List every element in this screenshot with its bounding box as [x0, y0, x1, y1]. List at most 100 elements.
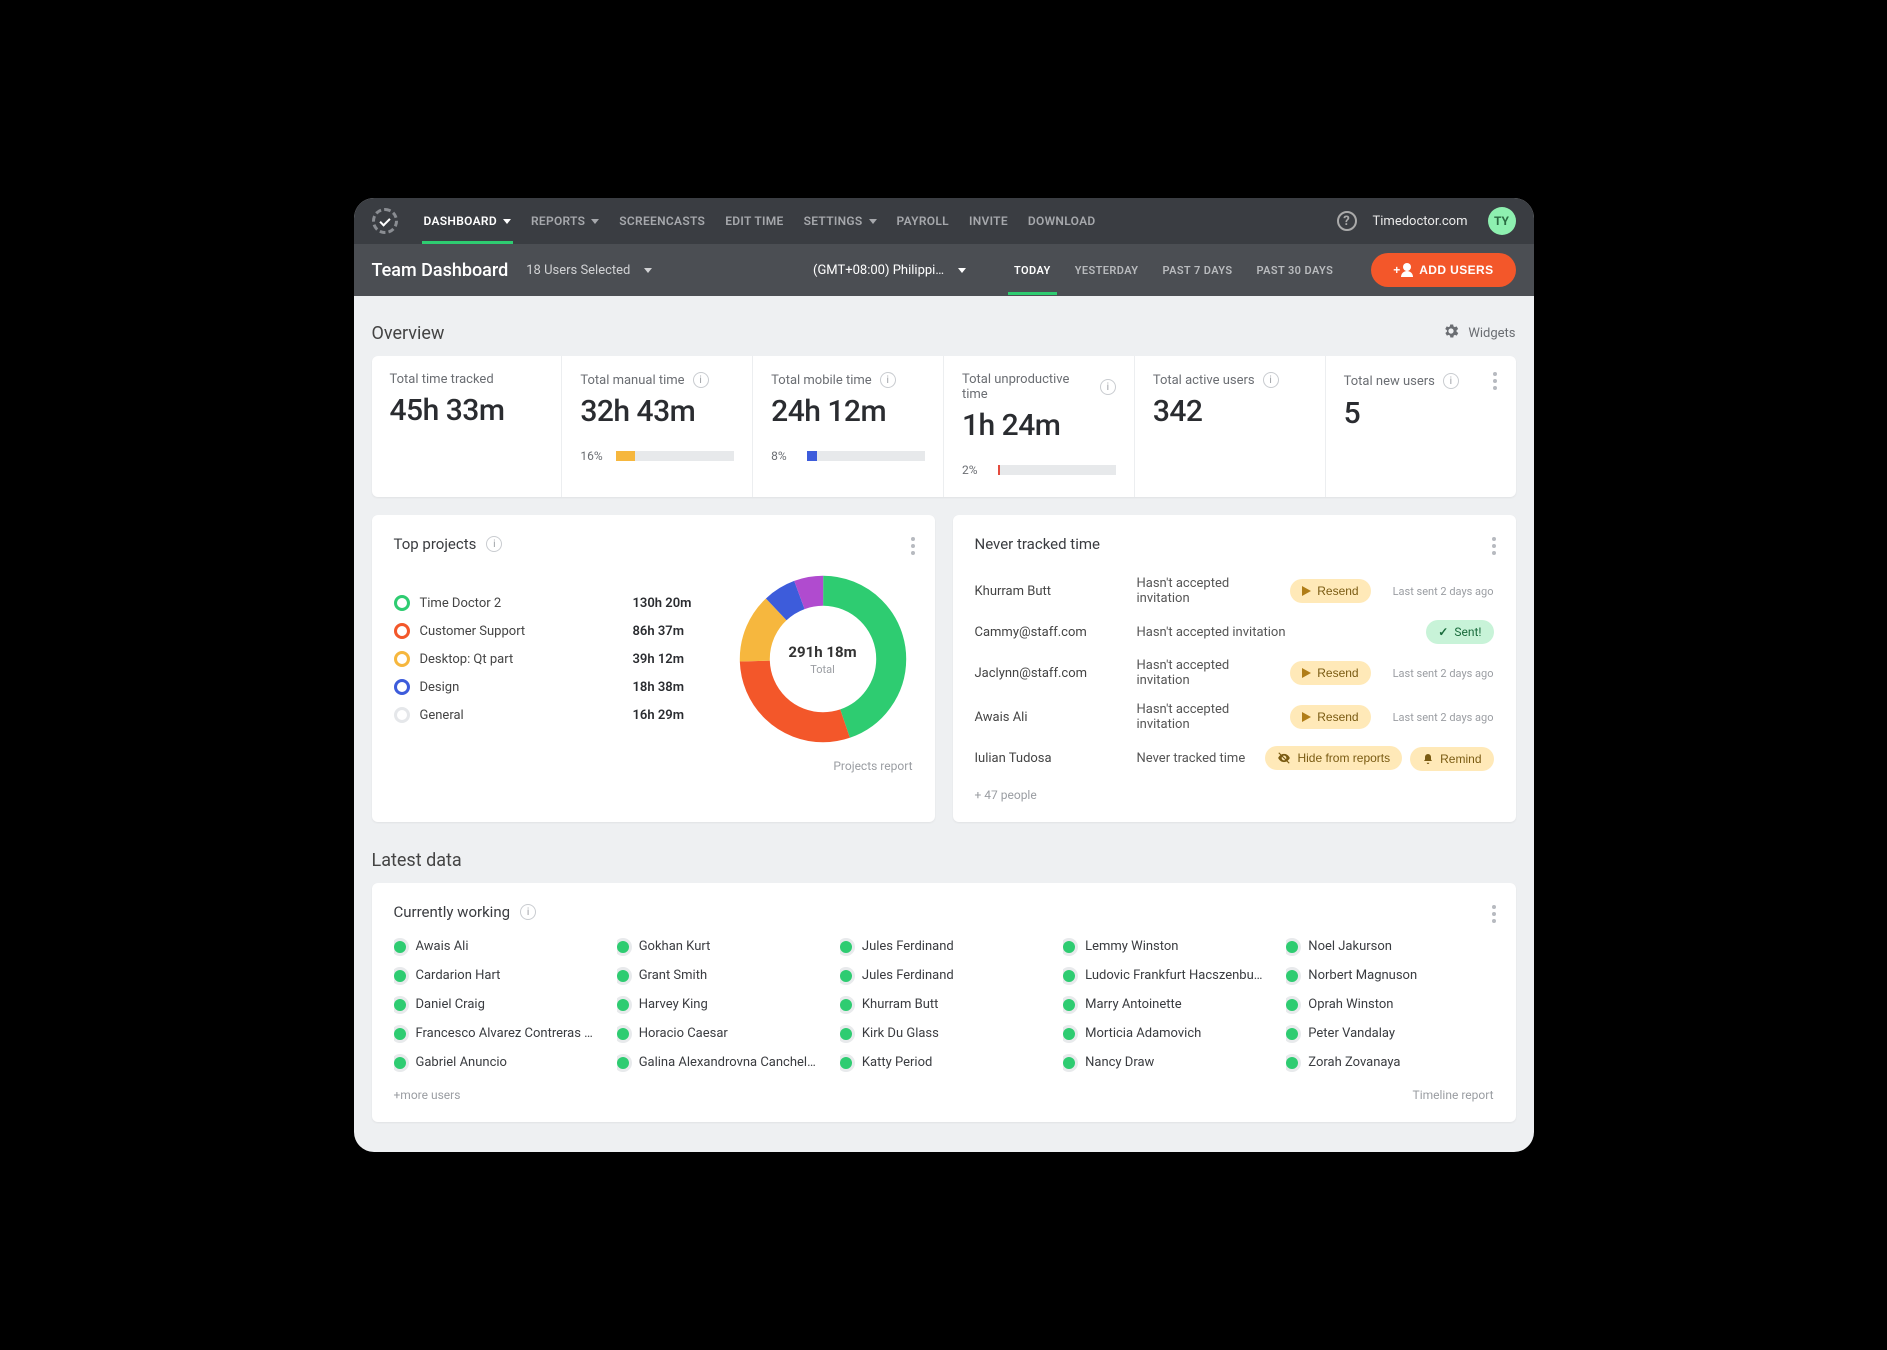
widgets-button[interactable]: Widgets — [1442, 322, 1515, 344]
working-user[interactable]: Khurram Butt — [840, 993, 1047, 1016]
working-user[interactable]: Francesco Alvarez Contreras … — [394, 1022, 601, 1045]
hide-from-reports-button[interactable]: Hide from reports — [1265, 746, 1402, 770]
info-icon[interactable]: i — [520, 904, 536, 920]
resend-button[interactable]: Resend — [1290, 705, 1370, 729]
working-user[interactable]: Horacio Caesar — [617, 1022, 824, 1045]
user-status: Hasn't accepted invitation — [1137, 658, 1279, 688]
info-icon[interactable]: i — [880, 372, 896, 388]
project-row[interactable]: Design18h 38m — [394, 673, 713, 701]
app-window: DASHBOARDREPORTSSCREENCASTSEDIT TIMESETT… — [354, 198, 1534, 1152]
nav-item-screencasts[interactable]: SCREENCASTS — [609, 198, 715, 244]
sub-bar: Team Dashboard 18 Users Selected (GMT+08… — [354, 244, 1534, 296]
site-link[interactable]: Timedoctor.com — [1373, 214, 1468, 229]
range-tab-past-7-days[interactable]: PAST 7 DAYS — [1162, 264, 1232, 295]
more-users-link[interactable]: +more users — [394, 1088, 461, 1102]
online-status-icon — [1063, 970, 1075, 982]
working-user[interactable]: Marry Antoinette — [1063, 993, 1270, 1016]
project-name: Design — [420, 680, 623, 695]
timeline-report-link[interactable]: Timeline report — [1413, 1088, 1494, 1102]
working-user[interactable]: Norbert Magnuson — [1286, 964, 1493, 987]
online-status-icon — [394, 1028, 406, 1040]
remind-button[interactable]: Remind — [1410, 747, 1493, 771]
nav-item-reports[interactable]: REPORTS — [521, 198, 609, 244]
working-user[interactable]: Jules Ferdinand — [840, 964, 1047, 987]
add-users-button[interactable]: + ADD USERS — [1371, 253, 1515, 287]
users-selected-dropdown[interactable]: 18 Users Selected — [526, 263, 652, 278]
working-user[interactable]: Awais Ali — [394, 935, 601, 958]
project-row[interactable]: Customer Support86h 37m — [394, 617, 713, 645]
help-icon[interactable]: ? — [1337, 211, 1357, 231]
working-user[interactable]: Katty Period — [840, 1051, 1047, 1074]
info-icon[interactable]: i — [1443, 373, 1459, 389]
page-title: Team Dashboard — [372, 260, 509, 281]
project-row[interactable]: Desktop: Qt part39h 12m — [394, 645, 713, 673]
user-name: Khurram Butt — [862, 997, 939, 1012]
kpi-row: Total time tracked45h 33mTotal manual ti… — [372, 356, 1516, 497]
kpi-label: Total mobile time — [771, 373, 872, 388]
card-menu-icon[interactable] — [1492, 905, 1496, 923]
nav-item-edit-time[interactable]: EDIT TIME — [715, 198, 793, 244]
project-name: Desktop: Qt part — [420, 652, 623, 667]
working-user[interactable]: Harvey King — [617, 993, 824, 1016]
kpi-value: 32h 43m — [580, 394, 734, 429]
working-user[interactable]: Lemmy Winston — [1063, 935, 1270, 958]
range-tab-today[interactable]: TODAY — [1014, 264, 1051, 295]
overview-title: Overview — [372, 323, 445, 344]
user-name: Gabriel Anuncio — [416, 1055, 507, 1070]
projects-report-link[interactable]: Projects report — [394, 759, 913, 773]
range-tab-yesterday[interactable]: YESTERDAY — [1075, 264, 1139, 295]
online-status-icon — [394, 999, 406, 1011]
never-tracked-title: Never tracked time — [975, 535, 1100, 553]
check-icon: ✓ — [1438, 625, 1448, 639]
info-icon[interactable]: i — [1100, 379, 1116, 395]
eye-off-icon — [1277, 751, 1291, 765]
user-name: Iulian Tudosa — [975, 751, 1125, 766]
resend-button[interactable]: Resend — [1290, 661, 1370, 685]
working-user[interactable]: Morticia Adamovich — [1063, 1022, 1270, 1045]
nav-item-download[interactable]: DOWNLOAD — [1018, 198, 1106, 244]
online-status-icon — [617, 970, 629, 982]
kpi-label: Total unproductive time — [962, 372, 1092, 402]
working-user[interactable]: Kirk Du Glass — [840, 1022, 1047, 1045]
never-tracked-more[interactable]: + 47 people — [975, 788, 1494, 802]
online-status-icon — [1286, 1057, 1298, 1069]
working-user[interactable]: Zorah Zovanaya — [1286, 1051, 1493, 1074]
project-row[interactable]: General16h 29m — [394, 701, 713, 729]
card-menu-icon[interactable] — [1492, 537, 1496, 555]
resend-button[interactable]: Resend — [1290, 579, 1370, 603]
user-status: Hasn't accepted invitation — [1137, 702, 1279, 732]
nav-item-settings[interactable]: SETTINGS — [794, 198, 887, 244]
user-name: Noel Jakurson — [1308, 939, 1392, 954]
online-status-icon — [617, 941, 629, 953]
kpi-menu-icon[interactable] — [1493, 372, 1497, 390]
working-user[interactable]: Peter Vandalay — [1286, 1022, 1493, 1045]
online-status-icon — [394, 970, 406, 982]
working-user[interactable]: Jules Ferdinand — [840, 935, 1047, 958]
gear-icon — [1442, 322, 1460, 344]
working-user[interactable]: Nancy Draw — [1063, 1051, 1270, 1074]
info-icon[interactable]: i — [1263, 372, 1279, 388]
working-user[interactable]: Ludovic Frankfurt Hacszenbu… — [1063, 964, 1270, 987]
working-user[interactable]: Noel Jakurson — [1286, 935, 1493, 958]
user-name: Lemmy Winston — [1085, 939, 1178, 954]
working-user[interactable]: Daniel Craig — [394, 993, 601, 1016]
working-user[interactable]: Galina Alexandrovna Canchel… — [617, 1051, 824, 1074]
range-tab-past-30-days[interactable]: PAST 30 DAYS — [1257, 264, 1334, 295]
user-name: Daniel Craig — [416, 997, 485, 1012]
info-icon[interactable]: i — [693, 372, 709, 388]
nav-item-payroll[interactable]: PAYROLL — [887, 198, 959, 244]
timezone-dropdown[interactable]: (GMT+08:00) Philippi… — [813, 263, 966, 278]
user-avatar[interactable]: TY — [1488, 207, 1516, 235]
project-row[interactable]: Time Doctor 2130h 20m — [394, 589, 713, 617]
nav-item-invite[interactable]: INVITE — [959, 198, 1018, 244]
card-menu-icon[interactable] — [911, 537, 915, 555]
working-user[interactable]: Gokhan Kurt — [617, 935, 824, 958]
chevron-down-icon — [644, 268, 652, 273]
project-color-ring — [394, 623, 410, 639]
working-user[interactable]: Gabriel Anuncio — [394, 1051, 601, 1074]
working-user[interactable]: Grant Smith — [617, 964, 824, 987]
nav-item-dashboard[interactable]: DASHBOARD — [414, 198, 521, 244]
working-user[interactable]: Oprah Winston — [1286, 993, 1493, 1016]
working-user[interactable]: Cardarion Hart — [394, 964, 601, 987]
info-icon[interactable]: i — [486, 536, 502, 552]
